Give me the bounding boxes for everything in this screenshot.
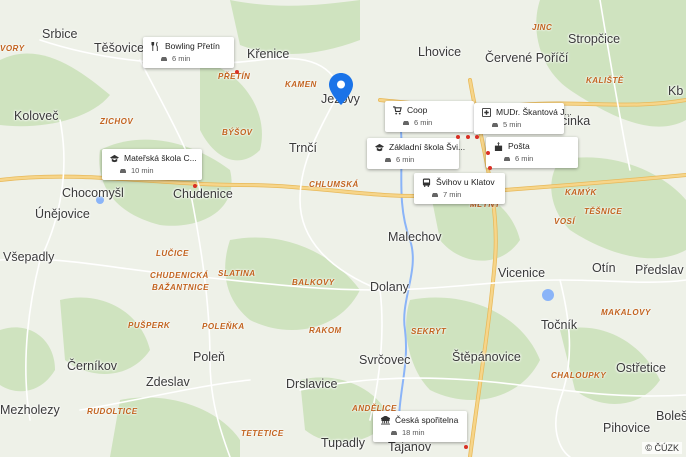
- map-attribution: © ČÚZK: [642, 442, 682, 454]
- poi-pointer-layer: [193, 70, 492, 449]
- map-view[interactable]: Srbice Těšovice Křenice Lhovice Červené …: [0, 0, 686, 457]
